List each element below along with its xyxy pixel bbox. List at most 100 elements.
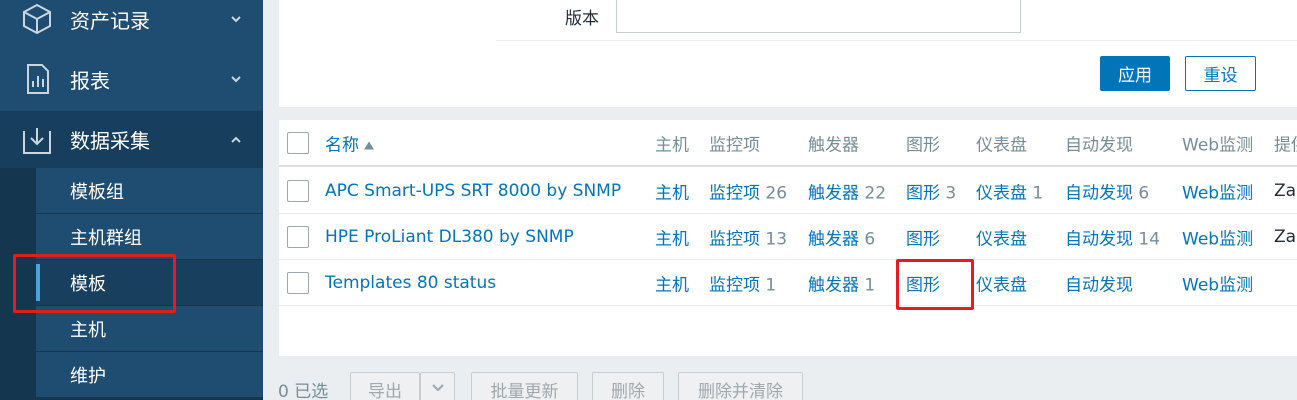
nav-assets-label: 资产记录 [70, 8, 150, 33]
triggers-link[interactable]: 触发器 [808, 276, 859, 296]
triggers-count: 6 [864, 229, 876, 250]
nav-data-collection[interactable]: 数据采集 [0, 111, 263, 168]
column-name[interactable]: 名称 [325, 130, 375, 155]
submenu-item-host-groups[interactable]: 主机群组 [36, 214, 263, 259]
vendor-cell: Zab [1274, 227, 1297, 247]
column-hosts: 主机 [655, 135, 689, 155]
items-link[interactable]: 监控项 [709, 184, 760, 204]
submenu-item-maintenance[interactable]: 维护 [36, 352, 263, 397]
column-name-label: 名称 [325, 135, 359, 155]
discovery-count: 6 [1138, 183, 1150, 204]
discovery-link[interactable]: 自动发现 [1065, 271, 1133, 296]
items-link[interactable]: 监控项 [709, 230, 760, 250]
mass-action-bar: 0 已选 导出 批量更新 删除 删除并清除 [263, 356, 1297, 400]
hosts-link[interactable]: 主机 [655, 179, 689, 204]
submenu-label: 维护 [70, 365, 106, 387]
table-row: HPE ProLiant DL380 by SNMP 主机 监控项 13 触发器… [279, 215, 1297, 260]
hosts-link[interactable]: 主机 [655, 271, 689, 296]
mass-update-button[interactable]: 批量更新 [471, 372, 578, 400]
row-checkbox[interactable] [287, 180, 309, 202]
web-link[interactable]: Web监测 [1182, 179, 1253, 204]
triggers-cell: 触发器 1 [808, 271, 875, 296]
submenu-item-template-groups[interactable]: 模板组 [36, 168, 263, 213]
delete-button[interactable]: 删除 [592, 372, 664, 400]
dashboards-link[interactable]: 仪表盘 [976, 271, 1027, 296]
column-items: 监控项 [709, 135, 760, 155]
selected-count: 0 已选 [278, 382, 329, 400]
vendor-cell: Zab [1274, 181, 1297, 201]
row-checkbox[interactable] [287, 226, 309, 248]
table-header: 名称 主机 监控项 触发器 图形 仪表盘 自动发现 Web监测 提供 [279, 120, 1297, 167]
submenu-label: 主机 [70, 319, 106, 341]
items-link[interactable]: 监控项 [709, 276, 760, 296]
submenu-label: 主机群组 [70, 227, 142, 249]
dashboards-link[interactable]: 仪表盘 [976, 225, 1027, 250]
web-link[interactable]: Web监测 [1182, 271, 1253, 296]
triggers-link[interactable]: 触发器 [808, 230, 859, 250]
nav-reports-label: 报表 [70, 68, 110, 93]
items-cell: 监控项 13 [709, 225, 787, 250]
template-name-link[interactable]: Templates 80 status [325, 273, 496, 293]
graphs-link[interactable]: 图形 [906, 184, 940, 204]
triggers-count: 1 [864, 275, 876, 296]
triggers-count: 22 [864, 183, 887, 204]
column-graphs: 图形 [906, 135, 940, 155]
reset-button[interactable]: 重设 [1185, 56, 1256, 91]
dashboards-count: 1 [1032, 183, 1044, 204]
submenu-label: 模板组 [70, 181, 124, 203]
templates-table: 名称 主机 监控项 触发器 图形 仪表盘 自动发现 Web监测 提供 APC S… [279, 120, 1297, 356]
items-count: 1 [765, 275, 777, 296]
items-cell: 监控项 1 [709, 271, 776, 296]
sidebar: 资产记录 报表 数据采集 模板组 主机群组 模板 主机 维护 [0, 0, 263, 400]
triggers-cell: 触发器 6 [808, 225, 875, 250]
nav-reports[interactable]: 报表 [0, 52, 263, 106]
delete-clear-button[interactable]: 删除并清除 [678, 372, 803, 400]
triggers-cell: 触发器 22 [808, 179, 886, 204]
graphs-cell: 图形 3 [906, 179, 956, 204]
box-icon [23, 3, 51, 35]
select-all-checkbox[interactable] [287, 131, 309, 154]
graphs-count: 3 [945, 183, 957, 204]
dashboards-link[interactable]: 仪表盘 [976, 184, 1027, 204]
divider [496, 40, 1297, 41]
web-link[interactable]: Web监测 [1182, 225, 1253, 250]
discovery-cell: 自动发现 14 [1065, 225, 1160, 250]
chevron-down-icon [231, 76, 241, 83]
chevron-up-icon [231, 136, 241, 143]
filter-panel: 版本 应用 重设 [279, 0, 1297, 107]
discovery-link[interactable]: 自动发现 [1065, 230, 1133, 250]
column-web: Web监测 [1182, 135, 1254, 155]
template-name-link[interactable]: HPE ProLiant DL380 by SNMP [325, 227, 574, 247]
sort-up-icon [364, 141, 374, 149]
data-collection-icon [23, 127, 51, 154]
triggers-link[interactable]: 触发器 [808, 184, 859, 204]
nav-data-collection-label: 数据采集 [70, 129, 150, 153]
column-triggers: 触发器 [808, 135, 859, 155]
graphs-link[interactable]: 图形 [906, 225, 940, 250]
template-name-link[interactable]: APC Smart-UPS SRT 8000 by SNMP [325, 181, 621, 201]
discovery-cell: 自动发现 6 [1065, 179, 1149, 204]
row-checkbox[interactable] [287, 272, 309, 294]
dashboards-cell: 仪表盘 1 [976, 179, 1043, 204]
hosts-link[interactable]: 主机 [655, 225, 689, 250]
discovery-count: 14 [1138, 229, 1161, 250]
column-vendor: 提供 [1274, 135, 1297, 155]
export-button[interactable]: 导出 [350, 372, 420, 400]
chevron-down-icon [431, 383, 444, 391]
version-label: 版本 [565, 9, 599, 29]
chevron-down-icon [231, 16, 241, 23]
table-row: APC Smart-UPS SRT 8000 by SNMP 主机 监控项 26… [279, 169, 1297, 214]
report-icon [27, 64, 49, 94]
nav-assets[interactable]: 资产记录 [0, 0, 263, 46]
column-dashboards: 仪表盘 [976, 135, 1027, 155]
items-count: 26 [765, 183, 788, 204]
apply-button[interactable]: 应用 [1100, 56, 1170, 91]
discovery-link[interactable]: 自动发现 [1065, 184, 1133, 204]
highlight-box [13, 254, 176, 313]
highlight-box [896, 259, 974, 310]
export-dropdown-button[interactable] [420, 372, 455, 400]
version-input[interactable] [616, 0, 1021, 33]
table-row: Templates 80 status 主机 监控项 1 触发器 1 图形 仪表… [279, 261, 1297, 306]
items-count: 13 [765, 229, 788, 250]
column-discovery: 自动发现 [1065, 135, 1133, 155]
